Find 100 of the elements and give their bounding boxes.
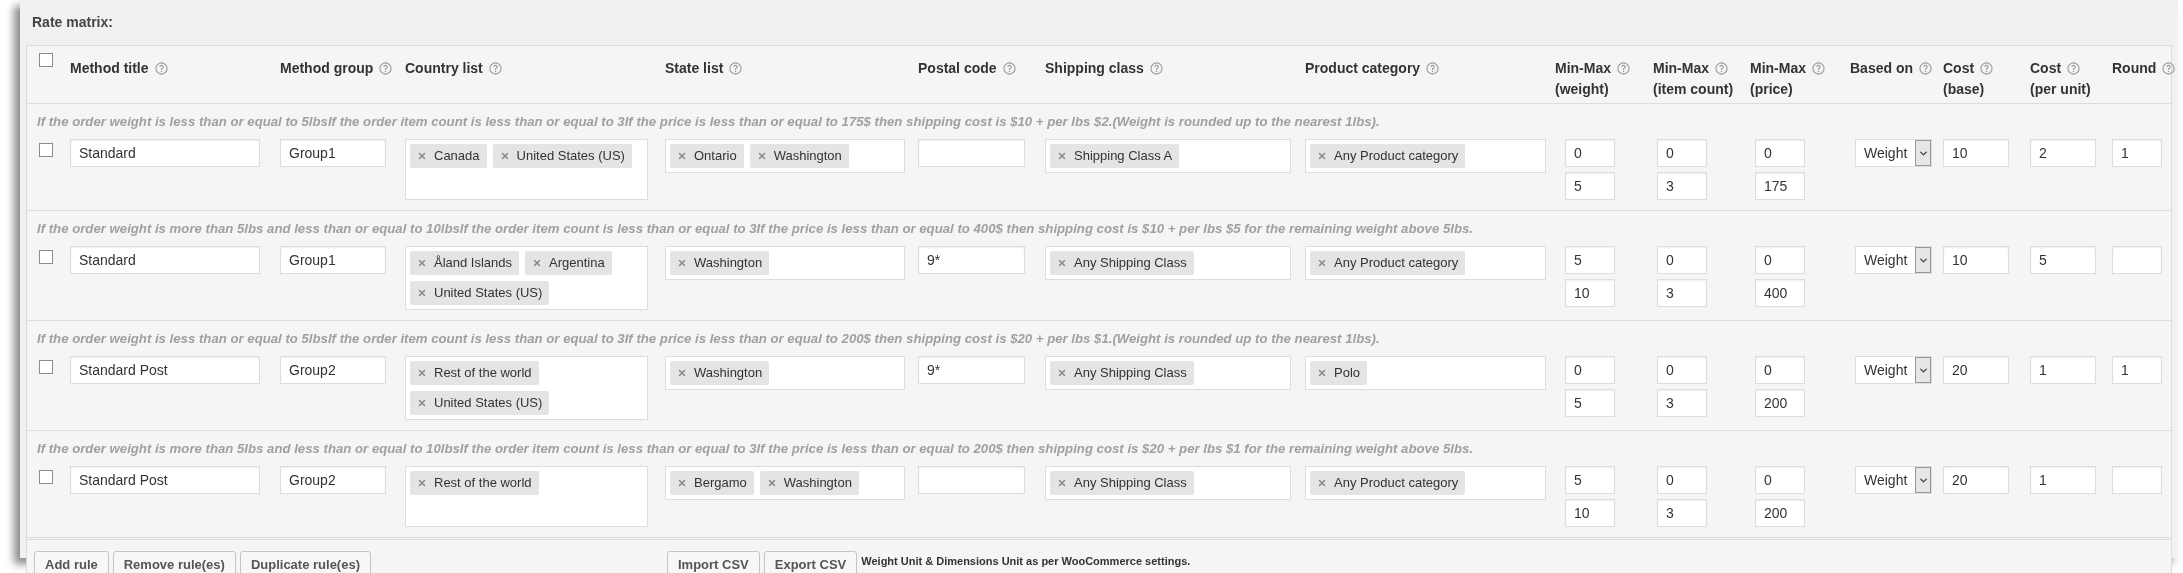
help-icon[interactable] xyxy=(1812,62,1825,75)
remove-icon[interactable] xyxy=(532,258,543,268)
select-field[interactable]: Weight xyxy=(1855,466,1932,494)
checkbox[interactable] xyxy=(39,360,53,374)
product-category-select[interactable]: Polo xyxy=(1305,356,1546,390)
cost-per-unit-field[interactable]: 1 xyxy=(2030,356,2096,384)
method-title-field[interactable]: Standard xyxy=(70,246,260,274)
cost-base-field[interactable]: 10 xyxy=(1943,246,2009,274)
shipping-class-select[interactable]: Any Shipping Class xyxy=(1045,466,1291,500)
max-field[interactable]: 3 xyxy=(1657,279,1707,307)
postal-code-field[interactable] xyxy=(918,466,1025,494)
method-title-field[interactable]: Standard xyxy=(70,139,260,167)
max-field[interactable]: 3 xyxy=(1657,172,1707,200)
remove-icon[interactable] xyxy=(417,288,427,298)
select-field[interactable]: Weight xyxy=(1855,356,1932,384)
cost-per-unit-field[interactable]: 2 xyxy=(2030,139,2096,167)
method-group-field[interactable]: Group1 xyxy=(280,139,386,167)
round-field[interactable] xyxy=(2112,466,2162,494)
product-category-select[interactable]: Any Product category xyxy=(1305,246,1546,280)
action-button[interactable]: Duplicate rule(es) xyxy=(239,550,371,573)
help-icon[interactable] xyxy=(1002,62,1016,75)
state-select[interactable]: Bergamo Washington xyxy=(665,466,905,500)
cost-per-unit-field[interactable]: 1 xyxy=(2030,466,2096,494)
help-icon[interactable] xyxy=(2162,62,2176,75)
remove-icon[interactable] xyxy=(499,151,510,161)
cost-base-field[interactable]: 10 xyxy=(1943,139,2009,167)
action-button[interactable]: Remove rule(es) xyxy=(112,550,236,573)
max-field[interactable]: 175 xyxy=(1755,172,1805,200)
remove-icon[interactable] xyxy=(677,258,687,268)
action-button[interactable]: Add rule xyxy=(34,550,109,573)
remove-icon[interactable] xyxy=(1057,478,1067,488)
method-group-field[interactable]: Group2 xyxy=(280,466,386,494)
country-select[interactable]: Rest of the world xyxy=(405,466,648,527)
remove-icon[interactable] xyxy=(677,151,687,161)
min-field[interactable]: 5 xyxy=(1565,466,1615,494)
help-icon[interactable] xyxy=(1426,62,1440,75)
checkbox[interactable] xyxy=(39,53,53,67)
min-field[interactable]: 0 xyxy=(1755,466,1805,494)
state-select[interactable]: Washington xyxy=(665,356,905,390)
remove-icon[interactable] xyxy=(677,368,687,378)
method-title-field[interactable]: Standard Post xyxy=(70,466,260,494)
help-icon[interactable] xyxy=(1149,62,1163,75)
help-icon[interactable] xyxy=(379,62,393,75)
min-field[interactable]: 0 xyxy=(1755,139,1805,167)
help-icon[interactable] xyxy=(154,62,168,75)
shipping-class-select[interactable]: Shipping Class A xyxy=(1045,139,1291,173)
method-group-field[interactable]: Group2 xyxy=(280,356,386,384)
postal-code-field[interactable] xyxy=(918,139,1025,167)
min-field[interactable]: 5 xyxy=(1565,246,1615,274)
remove-icon[interactable] xyxy=(1317,368,1327,378)
help-icon[interactable] xyxy=(729,62,743,75)
postal-code-field[interactable]: 9* xyxy=(918,246,1025,274)
cost-base-field[interactable]: 20 xyxy=(1943,466,2009,494)
min-field[interactable]: 0 xyxy=(1565,356,1615,384)
remove-icon[interactable] xyxy=(417,368,427,378)
min-field[interactable]: 0 xyxy=(1657,356,1707,384)
max-field[interactable]: 3 xyxy=(1657,499,1707,527)
shipping-class-select[interactable]: Any Shipping Class xyxy=(1045,356,1291,390)
remove-icon[interactable] xyxy=(677,478,687,488)
min-field[interactable]: 0 xyxy=(1755,246,1805,274)
remove-icon[interactable] xyxy=(1057,368,1067,378)
remove-icon[interactable] xyxy=(1057,151,1067,161)
product-category-select[interactable]: Any Product category xyxy=(1305,139,1546,173)
max-field[interactable]: 5 xyxy=(1565,172,1615,200)
method-title-field[interactable]: Standard Post xyxy=(70,356,260,384)
product-category-select[interactable]: Any Product category xyxy=(1305,466,1546,500)
min-field[interactable]: 0 xyxy=(1565,139,1615,167)
help-icon[interactable] xyxy=(1980,62,1994,75)
remove-icon[interactable] xyxy=(1057,258,1067,268)
method-group-field[interactable]: Group1 xyxy=(280,246,386,274)
round-field[interactable]: 1 xyxy=(2112,139,2162,167)
help-icon[interactable] xyxy=(1919,62,1932,75)
cost-per-unit-field[interactable]: 5 xyxy=(2030,246,2096,274)
help-icon[interactable] xyxy=(1617,62,1630,75)
max-field[interactable]: 5 xyxy=(1565,389,1615,417)
min-field[interactable]: 0 xyxy=(1657,246,1707,274)
round-field[interactable] xyxy=(2112,246,2162,274)
min-field[interactable]: 0 xyxy=(1755,356,1805,384)
max-field[interactable]: 200 xyxy=(1755,499,1805,527)
min-field[interactable]: 0 xyxy=(1657,466,1707,494)
remove-icon[interactable] xyxy=(417,398,427,408)
remove-icon[interactable] xyxy=(417,478,427,488)
help-icon[interactable] xyxy=(1715,62,1728,75)
remove-icon[interactable] xyxy=(766,478,777,488)
help-icon[interactable] xyxy=(2067,62,2081,75)
postal-code-field[interactable]: 9* xyxy=(918,356,1025,384)
shipping-class-select[interactable]: Any Shipping Class xyxy=(1045,246,1291,280)
min-field[interactable]: 0 xyxy=(1657,139,1707,167)
remove-icon[interactable] xyxy=(1317,478,1327,488)
state-select[interactable]: Ontario Washington xyxy=(665,139,905,173)
remove-icon[interactable] xyxy=(756,151,767,161)
remove-icon[interactable] xyxy=(1317,151,1327,161)
help-icon[interactable] xyxy=(488,62,502,75)
remove-icon[interactable] xyxy=(417,258,427,268)
remove-icon[interactable] xyxy=(417,151,427,161)
max-field[interactable]: 200 xyxy=(1755,389,1805,417)
max-field[interactable]: 10 xyxy=(1565,279,1615,307)
checkbox[interactable] xyxy=(39,250,53,264)
country-select[interactable]: Åland Islands Argentina United States (US) xyxy=(405,246,648,310)
csv-button[interactable]: Import CSV xyxy=(667,550,760,573)
